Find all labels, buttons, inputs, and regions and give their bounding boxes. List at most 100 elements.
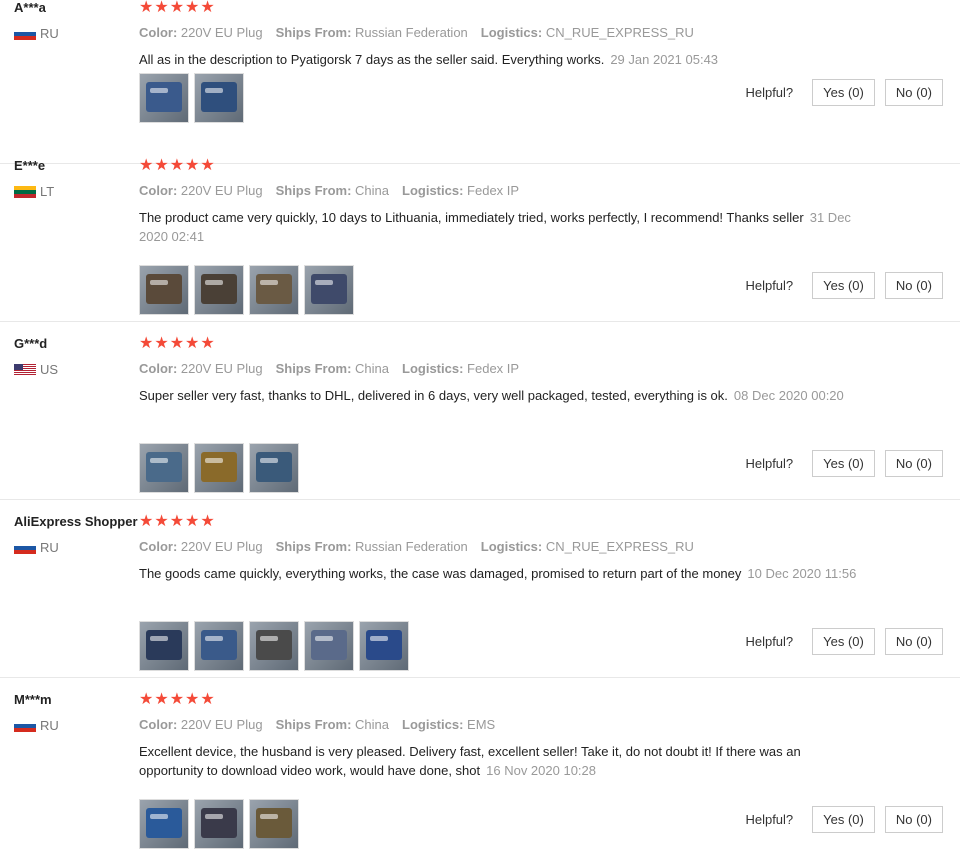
review-body: ★★★★★ Color: 220V EU Plug Ships From: Russ… bbox=[139, 0, 951, 164]
photo-case-shape bbox=[201, 452, 237, 482]
photo-highlight bbox=[315, 636, 333, 641]
review-photo-thumbnail[interactable] bbox=[139, 73, 189, 123]
review-photo-thumbnail[interactable] bbox=[249, 265, 299, 315]
helpful-yes-button[interactable]: Yes (0) bbox=[812, 272, 875, 299]
helpful-controls: Helpful? Yes (0) No (0) bbox=[745, 628, 943, 655]
review-meta: Color: 220V EU Plug Ships From: China Logi… bbox=[139, 717, 951, 733]
review-content: All as in the description to Pyatigorsk … bbox=[139, 52, 605, 67]
review-photo-thumbnail[interactable] bbox=[249, 621, 299, 671]
logistics-label: Logistics: bbox=[480, 25, 543, 40]
helpful-controls: Helpful? Yes (0) No (0) bbox=[745, 450, 943, 477]
country-code: RU bbox=[40, 718, 59, 733]
helpful-no-button[interactable]: No (0) bbox=[884, 806, 943, 833]
logistics-label: Logistics: bbox=[402, 361, 464, 376]
photo-case-shape bbox=[146, 452, 182, 482]
review-photo-thumbnail[interactable] bbox=[194, 73, 244, 123]
review-photo-thumbnail[interactable] bbox=[359, 621, 409, 671]
review-photo-thumbnail[interactable] bbox=[194, 443, 244, 493]
review-photo-thumbnail[interactable] bbox=[194, 265, 244, 315]
ships-from-label: Ships From: bbox=[275, 183, 352, 198]
country-code: RU bbox=[40, 26, 59, 41]
reviewer-country: RU bbox=[14, 540, 138, 556]
review-photo-thumbnail[interactable] bbox=[139, 621, 189, 671]
review-photo-thumbnail[interactable] bbox=[139, 265, 189, 315]
reviewer-info: G***d US bbox=[14, 336, 138, 378]
reviewer-name: A***a bbox=[14, 0, 46, 15]
logistics-value: EMS bbox=[467, 717, 496, 732]
usa-flag-icon bbox=[14, 364, 36, 376]
reviewer-name: AliExpress Shopper bbox=[14, 514, 138, 529]
rating-stars: ★★★★★ bbox=[139, 157, 216, 174]
helpful-yes-button[interactable]: Yes (0) bbox=[812, 806, 875, 833]
photo-case-shape bbox=[146, 808, 182, 838]
color-value: 220V EU Plug bbox=[180, 25, 263, 40]
reviewer-info: A***a RU bbox=[14, 0, 138, 42]
review-meta: Color: 220V EU Plug Ships From: China Logi… bbox=[139, 183, 951, 199]
photo-case-shape bbox=[146, 82, 182, 112]
helpful-yes-button[interactable]: Yes (0) bbox=[812, 628, 875, 655]
photo-highlight bbox=[205, 458, 223, 463]
helpful-controls: Helpful? Yes (0) No (0) bbox=[745, 806, 943, 833]
review-content: The goods came quickly, everything works… bbox=[139, 566, 742, 581]
photo-case-shape bbox=[201, 630, 237, 660]
review-content: Super seller very fast, thanks to DHL, d… bbox=[139, 388, 728, 403]
review-meta: Color: 220V EU Plug Ships From: Russian F… bbox=[139, 539, 951, 555]
helpful-no-button[interactable]: No (0) bbox=[884, 79, 943, 106]
color-value: 220V EU Plug bbox=[180, 361, 263, 376]
review-photo-thumbnail[interactable] bbox=[139, 799, 189, 849]
helpful-label: Helpful? bbox=[745, 278, 794, 293]
color-label: Color: bbox=[139, 717, 178, 732]
helpful-label: Helpful? bbox=[745, 634, 794, 649]
photo-case-shape bbox=[256, 630, 292, 660]
review-item: A***a RU ★★★★★ Color: 220V EU Plug Ships Fro… bbox=[0, 0, 960, 164]
review-date: 10 Dec 2020 11:56 bbox=[747, 566, 857, 581]
review-item: G***d US ★★★★★ Color: 220V EU Plug Ships Fro… bbox=[0, 322, 960, 500]
ships-from-label: Ships From: bbox=[275, 717, 352, 732]
photo-highlight bbox=[150, 636, 168, 641]
helpful-no-button[interactable]: No (0) bbox=[884, 450, 943, 477]
ships-from-value: Russian Federation bbox=[355, 539, 468, 554]
review-body: ★★★★★ Color: 220V EU Plug Ships From: Chin… bbox=[139, 336, 951, 500]
review-text: Excellent device, the husband is very pl… bbox=[139, 742, 859, 780]
rating-stars: ★★★★★ bbox=[139, 691, 216, 708]
reviewer-info: M***m RU bbox=[14, 692, 138, 734]
review-photo-thumbnail[interactable] bbox=[249, 443, 299, 493]
helpful-label: Helpful? bbox=[745, 812, 794, 827]
helpful-no-button[interactable]: No (0) bbox=[884, 628, 943, 655]
ships-from-label: Ships From: bbox=[275, 539, 352, 554]
helpful-yes-button[interactable]: Yes (0) bbox=[812, 79, 875, 106]
review-meta: Color: 220V EU Plug Ships From: Russian F… bbox=[139, 25, 951, 41]
review-date: 29 Jan 2021 05:43 bbox=[610, 52, 719, 67]
reviewer-info: AliExpress Shopper RU bbox=[14, 514, 138, 556]
review-text: The product came very quickly, 10 days t… bbox=[139, 208, 859, 246]
photo-case-shape bbox=[256, 808, 292, 838]
review-photo-thumbnail[interactable] bbox=[194, 799, 244, 849]
helpful-no-button[interactable]: No (0) bbox=[884, 272, 943, 299]
rating-stars: ★★★★★ bbox=[139, 0, 216, 16]
review-photo-thumbnail[interactable] bbox=[304, 621, 354, 671]
review-item: M***m RU ★★★★★ Color: 220V EU Plug Ships Fro… bbox=[0, 678, 960, 849]
photo-case-shape bbox=[201, 808, 237, 838]
review-photo-thumbnail[interactable] bbox=[194, 621, 244, 671]
review-text: Super seller very fast, thanks to DHL, d… bbox=[139, 386, 859, 405]
russia-flag-icon bbox=[14, 542, 36, 554]
review-photo-thumbnail[interactable] bbox=[249, 799, 299, 849]
country-code: RU bbox=[40, 540, 59, 555]
review-text: The goods came quickly, everything works… bbox=[139, 564, 859, 583]
photo-highlight bbox=[150, 88, 168, 93]
photo-highlight bbox=[370, 636, 388, 641]
photo-highlight bbox=[260, 814, 278, 819]
review-item: AliExpress Shopper RU ★★★★★ Color: 220V EU … bbox=[0, 500, 960, 678]
review-photo-thumbnail[interactable] bbox=[139, 443, 189, 493]
color-value: 220V EU Plug bbox=[180, 717, 263, 732]
review-photos bbox=[139, 265, 359, 315]
reviewer-name: M***m bbox=[14, 692, 52, 707]
review-photos bbox=[139, 443, 304, 493]
review-body: ★★★★★ Color: 220V EU Plug Ships From: Chin… bbox=[139, 158, 951, 322]
review-photo-thumbnail[interactable] bbox=[304, 265, 354, 315]
photo-case-shape bbox=[256, 452, 292, 482]
photo-case-shape bbox=[256, 274, 292, 304]
photo-case-shape bbox=[311, 630, 347, 660]
helpful-yes-button[interactable]: Yes (0) bbox=[812, 450, 875, 477]
logistics-label: Logistics: bbox=[402, 717, 464, 732]
